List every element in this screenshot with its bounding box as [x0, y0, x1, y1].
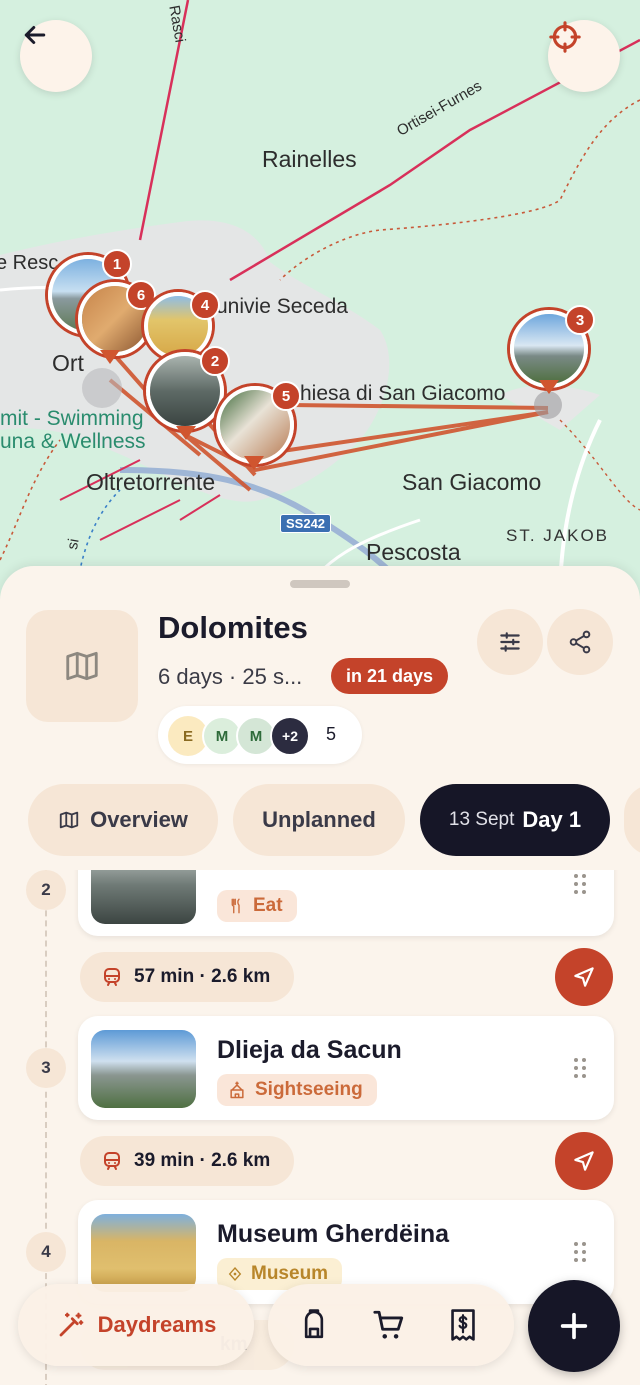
map-label-wellness: una & Wellness [0, 430, 146, 453]
tab-day-1[interactable]: 13 Sept Day 1 [420, 784, 610, 856]
trip-sheet: Dolomites 6 days · 25 s... in 21 days E … [0, 566, 640, 1385]
bottom-toolbar: Daydreams [18, 1284, 518, 1366]
stop-card[interactable]: Eat [78, 870, 614, 936]
plus-icon [560, 1312, 588, 1340]
trip-meta: 6 days · 25 s... [158, 664, 303, 689]
map-label-rainelles: Rainelles [262, 146, 357, 172]
map-pin-number: 3 [565, 305, 595, 335]
arrow-left-icon [24, 26, 46, 44]
map-pin-number: 1 [102, 249, 132, 279]
avatar-overflow: +2 [270, 716, 310, 756]
stop-card[interactable]: Dlieja da Sacun Sightseeing [78, 1016, 614, 1120]
trip-thumbnail[interactable] [26, 610, 138, 722]
map-label-resc: e Resc [0, 252, 59, 274]
category-label: Sightseeing [255, 1079, 363, 1100]
stop-name: Museum Gherdëina [217, 1220, 449, 1248]
map-pin-3-tail [539, 380, 559, 394]
share-button[interactable] [547, 609, 613, 675]
category-label: Museum [251, 1263, 329, 1284]
stop-name: Dlieja da Sacun [217, 1036, 402, 1064]
map-pin-number: 2 [200, 346, 230, 376]
map-pin-2-tail [176, 426, 196, 440]
map-pin-number: 4 [190, 290, 220, 320]
church-icon [230, 1081, 244, 1099]
tools-pill [268, 1284, 514, 1366]
filter-button[interactable] [477, 609, 543, 675]
car-icon [104, 968, 120, 986]
map-label-swimming: mit - Swimming [0, 407, 144, 430]
map-label-ortisei: Ort [52, 350, 84, 376]
car-icon [104, 1152, 120, 1170]
stop-index: 4 [26, 1232, 66, 1272]
magic-wand-icon [59, 1312, 84, 1337]
map-label-oltretorrente: Oltretorrente [86, 469, 216, 495]
map-label-seceda: univie Seceda [216, 295, 348, 318]
map-pin-number: 5 [271, 381, 301, 411]
museum-icon [228, 1266, 242, 1282]
tab-overview[interactable]: Overview [28, 784, 218, 856]
navigate-icon [574, 967, 594, 987]
member-count: 5 [326, 724, 337, 744]
backpack-icon[interactable] [298, 1308, 330, 1342]
add-button[interactable] [528, 1280, 620, 1372]
travel-leg-text: 39 min · 2.6 km [134, 1150, 271, 1171]
trip-map[interactable]: Rainelles Ortisei-Furnes Rasci univie Se… [0, 0, 640, 600]
map-pin-6-tail [100, 350, 120, 364]
app-screen: Rainelles Ortisei-Furnes Rasci univie Se… [0, 0, 640, 1385]
sliders-icon [500, 632, 520, 652]
back-button[interactable] [20, 20, 92, 92]
navigate-icon [574, 1151, 594, 1171]
tab-label: Unplanned [262, 807, 376, 832]
road-badge: SS242 [280, 514, 332, 533]
locate-button[interactable] [548, 20, 620, 92]
utensils-icon [231, 898, 240, 914]
travel-leg[interactable]: 39 min · 2.6 km [80, 1136, 294, 1186]
cart-icon[interactable] [372, 1308, 406, 1342]
share-icon [569, 630, 591, 654]
daydreams-label: Daydreams [97, 1312, 217, 1337]
map-label-st-jakob: ST. JAKOB [506, 526, 610, 545]
receipt-icon[interactable] [448, 1308, 478, 1342]
stop-photo [91, 1214, 196, 1292]
map-icon [59, 811, 79, 829]
stop-photo [91, 1030, 196, 1108]
stop-photo [91, 870, 196, 924]
trip-members[interactable]: E M M +2 5 [158, 706, 362, 764]
stop-category: Sightseeing [217, 1074, 377, 1106]
map-icon [66, 651, 98, 681]
tab-next[interactable] [624, 784, 640, 856]
navigate-button[interactable] [555, 1132, 613, 1190]
trip-title: Dolomites [158, 610, 308, 645]
map-label-chiesa: hiesa di San Giacomo [300, 382, 506, 405]
tab-label: Overview [90, 807, 188, 832]
stop-index: 2 [26, 870, 66, 910]
drag-handle-icon[interactable] [572, 872, 588, 896]
travel-leg[interactable]: 57 min · 2.6 km [80, 952, 294, 1002]
drag-handle-icon[interactable] [572, 1240, 588, 1264]
sheet-drag-handle[interactable] [290, 580, 350, 588]
crosshair-icon [549, 21, 581, 53]
tab-day-date: 13 Sept [448, 809, 515, 830]
travel-leg-text: 57 min · 2.6 km [134, 966, 271, 987]
stop-index: 3 [26, 1048, 66, 1088]
drag-handle-icon[interactable] [572, 1056, 588, 1080]
daydreams-button[interactable]: Daydreams [18, 1284, 254, 1366]
navigate-button[interactable] [555, 948, 613, 1006]
map-label-pescosta: Pescosta [366, 539, 461, 565]
tab-unplanned[interactable]: Unplanned [233, 784, 405, 856]
map-label-san-giacomo: San Giacomo [402, 469, 542, 495]
category-label: Eat [253, 895, 283, 916]
day-tabs: Overview Unplanned 13 Sept Day 1 [0, 784, 640, 860]
trip-countdown-badge: in 21 days [331, 658, 449, 694]
map-pin-5-tail [244, 456, 264, 470]
tab-label: Day 1 [522, 807, 582, 832]
stop-category: Eat [217, 890, 297, 922]
